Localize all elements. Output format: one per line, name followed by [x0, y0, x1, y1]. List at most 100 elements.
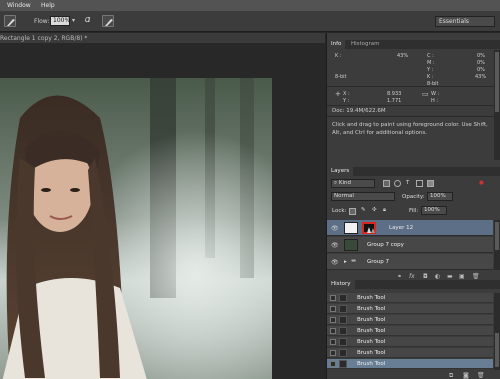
camera-snapshot-icon[interactable]: ◙ [463, 372, 469, 379]
history-item[interactable]: Brush Tool [327, 348, 493, 358]
visibility-eye-icon[interactable]: 👁︎ [331, 242, 339, 249]
filter-type-icon[interactable]: T [406, 180, 409, 186]
history-item[interactable]: Brush Tool [327, 337, 493, 347]
filter-toggle-icon[interactable]: ● [479, 180, 484, 186]
menu-help[interactable]: Help [41, 2, 55, 9]
info-hint-text: Click and drag to paint using foreground… [332, 122, 488, 136]
info-divider-3 [327, 116, 495, 117]
history-label: Brush Tool [357, 295, 386, 301]
flow-dropdown-icon[interactable]: ▾ [72, 17, 75, 24]
info-k2-value: 43% [475, 74, 487, 80]
history-item[interactable]: Brush Tool [327, 315, 493, 325]
history-item[interactable]: Brush Tool [327, 326, 493, 336]
layer-name: Layer 12 [389, 225, 414, 231]
history-item[interactable]: Brush Tool [327, 304, 493, 314]
filter-adjustment-icon[interactable] [394, 180, 401, 187]
info-divider-1 [327, 86, 495, 87]
history-label: Brush Tool [357, 361, 386, 367]
history-label: Brush Tool [357, 350, 386, 356]
history-snapshot-checkbox[interactable] [330, 306, 336, 312]
history-snapshot-checkbox[interactable] [330, 317, 336, 323]
brush-tool-icon [339, 349, 347, 357]
layer-thumbnail [344, 222, 358, 234]
tab-histogram[interactable]: Histogram [347, 40, 384, 49]
airbrush-icon[interactable]: 𝛼 [85, 15, 90, 25]
layer-row[interactable]: 👁︎ ▸ ▬ Group 7 [327, 254, 493, 270]
filter-pixel-icon[interactable] [383, 180, 390, 187]
info-y2-value: 1.771 [387, 98, 402, 104]
info-k-label: K : [335, 53, 342, 59]
lock-position-icon[interactable]: ✣ [372, 207, 377, 213]
info-scrollbar[interactable] [494, 50, 500, 160]
history-scrollbar[interactable] [494, 293, 500, 370]
right-panel-dock: Info Histogram K : 43% C : 0% M : 0% Y :… [326, 33, 500, 379]
lock-transparent-icon[interactable] [349, 208, 356, 215]
add-mask-icon[interactable]: ◘ [423, 273, 428, 280]
new-layer-icon[interactable]: ▣ [459, 273, 465, 280]
history-label: Brush Tool [357, 328, 386, 334]
fx-icon[interactable]: fx [409, 273, 415, 280]
history-snapshot-checkbox[interactable] [330, 361, 336, 367]
history-scroll-thumb[interactable] [495, 333, 499, 367]
layers-scroll-thumb[interactable] [495, 222, 499, 250]
tab-layers[interactable]: Layers [327, 167, 354, 176]
opacity-input[interactable]: 100% [427, 192, 453, 201]
lock-all-icon[interactable]: 🔒︎ [383, 207, 386, 214]
canvas-photo[interactable] [0, 78, 272, 379]
info-scroll-thumb[interactable] [495, 52, 499, 112]
flow-input[interactable]: 100% [50, 16, 70, 26]
selection-size-icon: ▭ [422, 90, 429, 98]
visibility-eye-icon[interactable]: 👁︎ [331, 225, 339, 232]
history-label: Brush Tool [357, 306, 386, 312]
filter-shape-icon[interactable] [416, 180, 423, 187]
canvas-area[interactable] [0, 44, 325, 379]
fill-input[interactable]: 100% [421, 206, 447, 215]
history-snapshot-checkbox[interactable] [330, 339, 336, 345]
info-panel-tabs: Info Histogram [327, 40, 500, 49]
document-title: Rectangle 1 copy 2, RGB/8) * [0, 35, 88, 42]
group-expand-icon[interactable]: ▸ [344, 259, 347, 265]
info-k2-label: K : [427, 74, 434, 80]
layer-filter-kind[interactable]: ⌕ Kind [331, 179, 375, 188]
lock-pixels-icon[interactable]: ✎ [361, 207, 366, 213]
options-bar: Flow: 100% ▾ 𝛼 Essentials [0, 11, 500, 32]
document-tab[interactable]: Rectangle 1 copy 2, RGB/8) * [0, 33, 325, 43]
trash-icon[interactable]: 🗑︎ [472, 273, 480, 280]
tab-info[interactable]: Info [327, 40, 346, 49]
history-snapshot-checkbox[interactable] [330, 295, 336, 301]
info-bit-left: 8-bit [335, 74, 347, 80]
workspace-select[interactable]: Essentials [435, 16, 495, 27]
layer-mask-thumbnail[interactable] [362, 222, 376, 234]
visibility-eye-icon[interactable]: 👁︎ [331, 259, 339, 266]
info-divider-2 [327, 105, 495, 106]
brush-tool-icon [339, 305, 347, 313]
brush-preset-icon[interactable] [4, 15, 16, 27]
photo-image [0, 78, 272, 379]
layer-row[interactable]: 👁︎ Layer 12 [327, 220, 493, 236]
info-m-label: M : [427, 60, 435, 66]
tablet-pressure-icon[interactable] [102, 15, 114, 27]
info-y2-label: Y : [343, 98, 350, 104]
layers-scrollbar[interactable] [494, 220, 500, 270]
new-document-from-state-icon[interactable]: ⧉ [449, 372, 453, 379]
brush-tool-icon [339, 360, 347, 368]
layer-row[interactable]: 👁︎ Group 7 copy [327, 237, 493, 253]
info-m-value: 0% [477, 60, 485, 66]
adjustment-layer-icon[interactable]: ◐ [435, 273, 440, 280]
brush-tool-icon [339, 338, 347, 346]
history-item[interactable]: Brush Tool [327, 359, 493, 369]
filter-smartobject-icon[interactable] [427, 180, 434, 187]
tab-history[interactable]: History [327, 280, 355, 289]
filter-kind-label: Kind [338, 180, 351, 186]
trash-icon[interactable]: 🗑︎ [477, 372, 485, 379]
info-k-value: 43% [397, 53, 409, 59]
fill-label: Fill: [409, 208, 419, 214]
new-group-icon[interactable]: ▬ [447, 273, 453, 280]
history-item[interactable]: Brush Tool [327, 293, 493, 303]
folder-icon: ▬ [351, 258, 357, 264]
link-layers-icon[interactable]: ⚭ [397, 273, 402, 280]
menu-window[interactable]: Window [7, 2, 31, 9]
history-snapshot-checkbox[interactable] [330, 328, 336, 334]
blend-mode-select[interactable]: Normal [331, 192, 395, 201]
history-snapshot-checkbox[interactable] [330, 350, 336, 356]
